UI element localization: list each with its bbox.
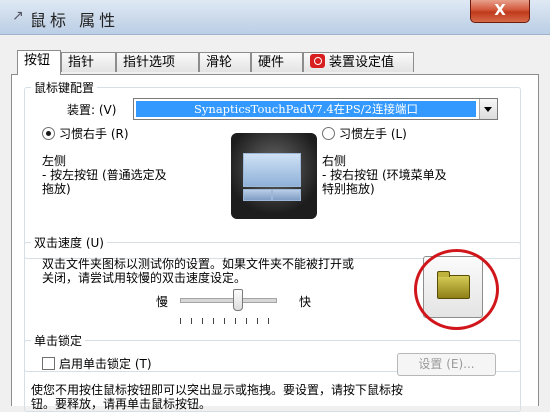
dialog-body: 按钮 指针 指针选项 滑轮 硬件 装置设定值 鼠标键配置 装置: (V) Syn…	[9, 35, 539, 412]
tab-wheel[interactable]: 滑轮	[199, 52, 251, 72]
right-side-desc-2: 特别拖放)	[322, 182, 375, 196]
title-bar: ↗ 鼠标 属性 X	[0, 0, 550, 35]
tab-strip: 按钮 指针 指针选项 滑轮 硬件 装置设定值	[9, 50, 539, 75]
left-hand-label[interactable]: 习惯左手 (L)	[339, 125, 407, 142]
tab-buttons[interactable]: 按钮	[17, 50, 61, 75]
click-lock-title: 单击锁定	[31, 332, 86, 349]
chevron-down-icon[interactable]	[479, 99, 497, 119]
button-config-title: 鼠标键配置	[31, 79, 98, 96]
mouse-app-icon: ↗	[12, 8, 24, 24]
fast-label: 快	[299, 295, 312, 309]
double-click-title: 双击速度 (U)	[31, 234, 107, 251]
touchpad-image	[231, 133, 317, 219]
window-title: 鼠标 属性	[30, 11, 120, 30]
tab-pointer-options[interactable]: 指针选项	[116, 52, 199, 72]
tab-device-settings[interactable]: 装置设定值	[303, 52, 414, 72]
close-button[interactable]: X	[470, 0, 530, 23]
synaptics-red-icon	[310, 54, 325, 68]
highlight-circle	[414, 249, 499, 330]
device-select[interactable]: SynapticsTouchPadV7.4在PS/2连接端口	[133, 98, 498, 120]
slider-ticks	[180, 318, 278, 324]
device-select-value: SynapticsTouchPadV7.4在PS/2连接端口	[136, 101, 476, 117]
left-hand-radio[interactable]	[322, 127, 335, 140]
left-side-desc-2: 拖放)	[42, 182, 71, 196]
click-lock-desc-2: 钮。要释放，请再单击鼠标按钮。	[31, 397, 212, 411]
tab-device-settings-label: 装置设定值	[329, 55, 395, 70]
right-hand-label[interactable]: 习惯右手 (R)	[59, 125, 129, 142]
slider-thumb[interactable]	[233, 289, 243, 311]
click-lock-checkbox[interactable]	[42, 357, 55, 370]
tab-hardware[interactable]: 硬件	[251, 52, 303, 72]
right-hand-radio[interactable]	[42, 127, 55, 140]
click-lock-settings-button[interactable]: 设置 (E)...	[397, 353, 496, 376]
slow-label: 慢	[156, 295, 169, 309]
click-lock-label[interactable]: 启用单击锁定 (T)	[59, 355, 152, 372]
double-click-desc-2: 关闭，请尝试用较慢的双击速度设定。	[42, 271, 247, 285]
device-label: 装置: (V)	[67, 103, 117, 117]
double-click-speed-slider[interactable]	[180, 298, 277, 303]
tab-pointers[interactable]: 指针	[61, 52, 116, 72]
